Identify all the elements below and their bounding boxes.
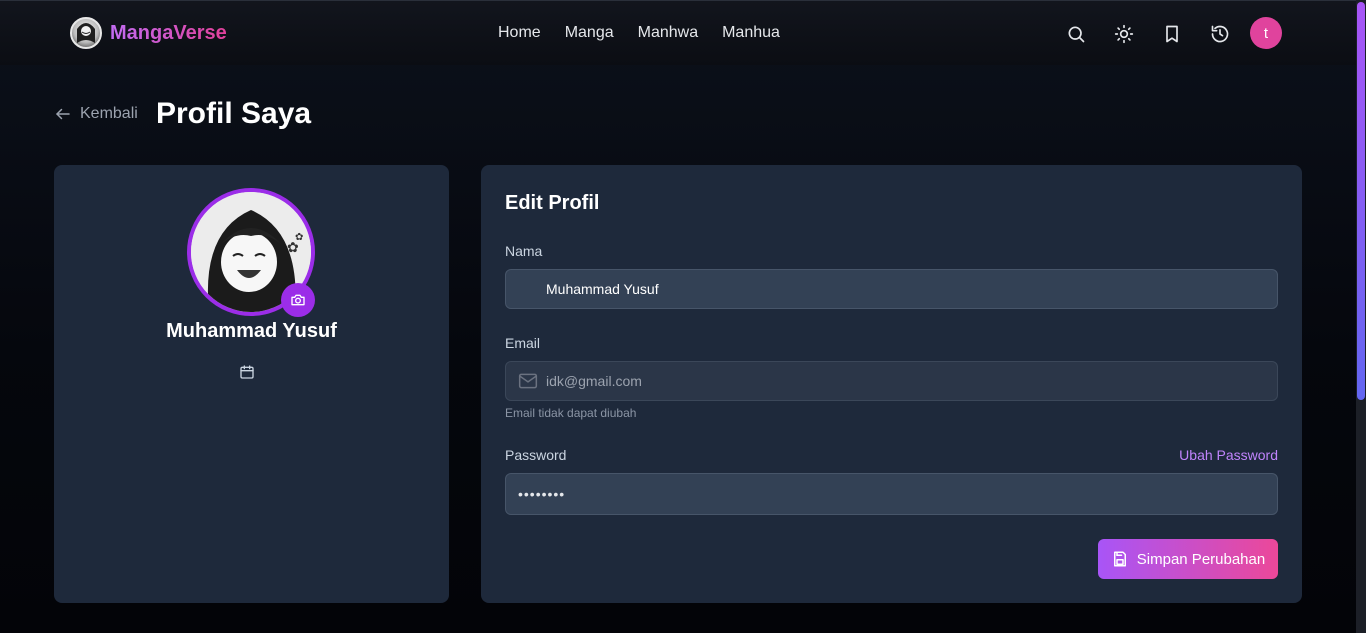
save-changes-button[interactable]: Simpan Perubahan — [1098, 539, 1278, 579]
nav-manhwa[interactable]: Manhwa — [638, 24, 698, 42]
nav-manhua[interactable]: Manhua — [722, 24, 780, 42]
password-label: Password — [505, 447, 567, 463]
page-title: Profil Saya — [156, 97, 312, 130]
history-icon[interactable] — [1208, 22, 1232, 46]
email-hint: Email tidak dapat diubah — [505, 406, 637, 420]
header-actions: t — [1064, 17, 1282, 49]
name-label: Nama — [505, 243, 543, 259]
change-photo-button[interactable] — [281, 283, 315, 317]
save-button-label: Simpan Perubahan — [1136, 550, 1266, 568]
brand-avatar-image — [70, 17, 102, 49]
main-nav: Home Manga Manhwa Manhua — [498, 24, 780, 42]
page-scrollbar[interactable] — [1356, 0, 1366, 633]
name-input-value: Muhammad Yusuf — [546, 281, 659, 297]
profile-card: ✿ ✿ Muhammad Yusuf — [54, 165, 449, 603]
back-label: Kembali — [80, 105, 138, 122]
email-input: idk@gmail.com — [505, 361, 1278, 401]
name-input[interactable]: Muhammad Yusuf — [505, 269, 1278, 309]
arrow-left-icon — [56, 108, 70, 120]
nav-manga[interactable]: Manga — [565, 24, 614, 42]
email-input-value: idk@gmail.com — [546, 373, 642, 389]
profile-name: Muhammad Yusuf — [166, 320, 337, 342]
mail-icon — [518, 372, 538, 390]
top-header: MangaVerse Home Manga Manhwa Manhua t — [0, 0, 1356, 65]
brand-name: MangaVerse — [110, 21, 227, 44]
back-link[interactable]: Kembali — [54, 105, 138, 123]
form-title: Edit Profil — [505, 192, 600, 214]
calendar-icon — [239, 364, 255, 380]
page: MangaVerse Home Manga Manhwa Manhua t Ke… — [0, 0, 1366, 633]
save-icon — [1113, 551, 1126, 567]
search-icon[interactable] — [1064, 22, 1088, 46]
password-input-value: •••••••• — [518, 486, 566, 502]
bookmark-icon[interactable] — [1160, 22, 1184, 46]
password-input[interactable]: •••••••• — [505, 473, 1278, 515]
email-label: Email — [505, 335, 541, 351]
scrollbar-thumb[interactable] — [1357, 2, 1365, 400]
user-avatar[interactable]: t — [1250, 17, 1282, 49]
edit-profile-card: Edit Profil Nama Muhammad Yusuf Email id… — [481, 165, 1302, 603]
svg-text:✿: ✿ — [295, 232, 303, 243]
brand-logo[interactable]: MangaVerse — [70, 17, 227, 49]
change-password-link[interactable]: Ubah Password — [1179, 447, 1278, 463]
camera-icon — [291, 294, 305, 306]
nav-home[interactable]: Home — [498, 24, 541, 42]
sun-icon[interactable] — [1112, 22, 1136, 46]
